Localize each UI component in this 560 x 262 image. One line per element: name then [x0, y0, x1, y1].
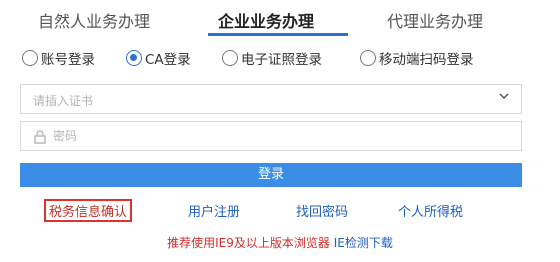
helper-links: 税务信息确认 用户注册 找回密码 个人所得税 [0, 199, 560, 222]
user-register-link[interactable]: 用户注册 [188, 201, 240, 220]
tab-natural-person[interactable]: 自然人业务办理 [38, 8, 150, 32]
radio-circle[interactable] [360, 50, 376, 66]
tab-agent[interactable]: 代理业务办理 [387, 8, 483, 32]
radio-circle-checked[interactable] [126, 50, 142, 66]
radio-e-license-login[interactable]: 电子证照登录 [222, 48, 322, 68]
recover-password-link[interactable]: 找回密码 [296, 201, 348, 220]
password-field[interactable] [20, 121, 522, 151]
login-button[interactable]: 登录 [20, 163, 522, 187]
chevron-down-icon [499, 93, 509, 100]
radio-label: 账号登录 [41, 52, 95, 68]
login-method-group: 账号登录 CA登录 电子证照登录 移动端扫码登录 [22, 48, 542, 74]
radio-circle[interactable] [22, 50, 38, 66]
browser-notice: 推荐使用IE9及以上版本浏览器 IE检测下载 [0, 234, 560, 251]
tab-enterprise[interactable]: 企业业务办理 [218, 8, 314, 32]
radio-account-login[interactable]: 账号登录 [22, 48, 95, 68]
radio-mobile-scan-login[interactable]: 移动端扫码登录 [360, 48, 474, 68]
ie-check-download-link[interactable]: IE检测下载 [334, 236, 393, 250]
radio-label: 电子证照登录 [241, 52, 322, 68]
radio-label: CA登录 [145, 52, 191, 68]
active-tab-indicator [208, 33, 348, 36]
password-input[interactable] [53, 122, 493, 150]
browser-recommendation: 推荐使用IE9及以上版本浏览器 [167, 236, 330, 250]
radio-ca-login[interactable]: CA登录 [126, 48, 191, 68]
login-tabs: 自然人业务办理 企业业务办理 代理业务办理 [0, 0, 560, 40]
certificate-select[interactable]: 请插入证书 [20, 84, 522, 114]
personal-income-tax-link[interactable]: 个人所得税 [398, 201, 463, 220]
radio-label: 移动端扫码登录 [379, 52, 474, 68]
lock-icon [34, 130, 46, 144]
radio-circle[interactable] [222, 50, 238, 66]
tax-info-confirm-link[interactable]: 税务信息确认 [44, 199, 133, 222]
certificate-placeholder: 请插入证书 [33, 94, 94, 108]
